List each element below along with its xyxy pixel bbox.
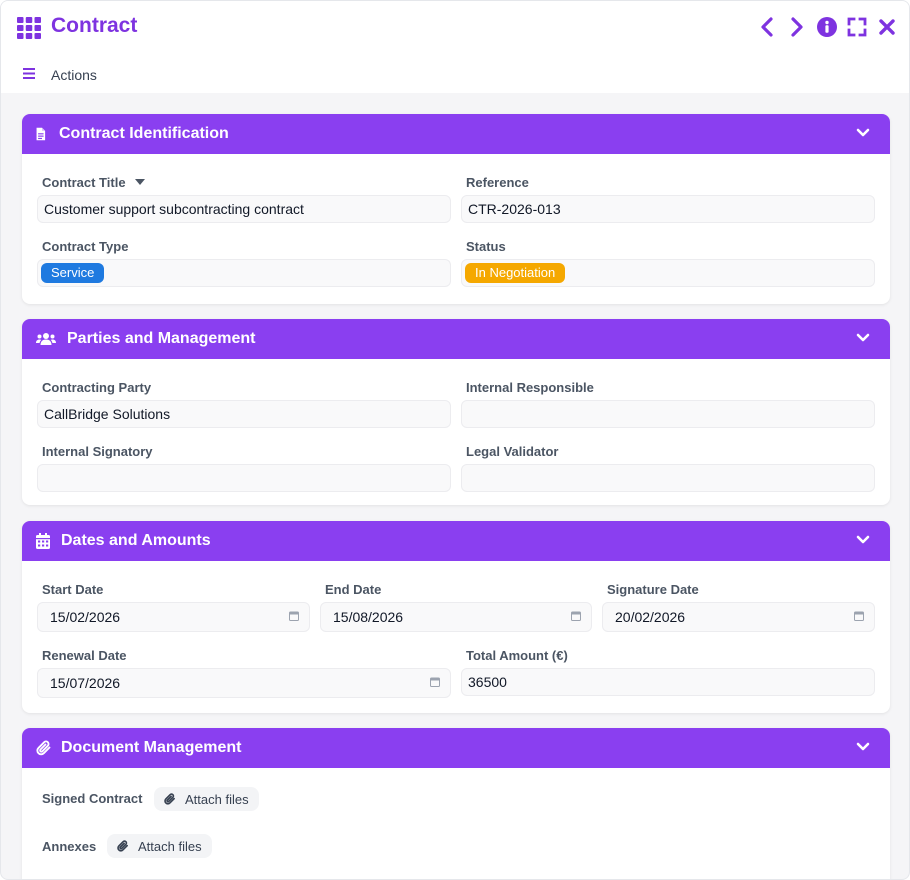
info-button[interactable] bbox=[815, 15, 839, 39]
status-field[interactable]: In Negotiation bbox=[461, 259, 875, 287]
parties-management-header[interactable]: Parties and Management bbox=[22, 319, 890, 359]
end-date-field[interactable]: 15/08/2026 bbox=[320, 602, 592, 632]
reference-field[interactable]: CTR-2026-013 bbox=[461, 195, 875, 223]
chevron-left-icon bbox=[761, 17, 773, 37]
annexes-attach-button[interactable]: Attach files bbox=[107, 834, 212, 858]
paperclip-icon bbox=[164, 793, 175, 805]
fullscreen-button[interactable] bbox=[845, 15, 869, 39]
contract-type-label: Contract Type bbox=[42, 239, 129, 254]
previous-button[interactable] bbox=[755, 15, 779, 39]
signature-date-field[interactable]: 20/02/2026 bbox=[602, 602, 875, 632]
expand-icon bbox=[847, 17, 867, 37]
contract-title-field[interactable]: Customer support subcontracting contract bbox=[37, 195, 451, 223]
next-button[interactable] bbox=[785, 15, 809, 39]
signed-contract-attach-button[interactable]: Attach files bbox=[154, 787, 259, 811]
users-icon bbox=[36, 333, 56, 345]
legal-validator-label: Legal Validator bbox=[466, 444, 559, 459]
paperclip-icon bbox=[36, 740, 51, 756]
section-title: Contract Identification bbox=[59, 125, 229, 142]
internal-responsible-field[interactable] bbox=[461, 400, 875, 428]
contracting-party-field[interactable]: CallBridge Solutions bbox=[37, 400, 451, 428]
internal-signatory-field[interactable] bbox=[37, 464, 451, 492]
signature-date-label: Signature Date bbox=[607, 582, 699, 597]
internal-responsible-label: Internal Responsible bbox=[466, 380, 594, 395]
internal-signatory-label: Internal Signatory bbox=[42, 444, 153, 459]
actions-menu[interactable]: Actions bbox=[51, 67, 97, 83]
paperclip-icon bbox=[117, 840, 128, 852]
dates-amounts-card: Dates and Amounts Start Date 15/02/2026 … bbox=[22, 521, 890, 713]
grid-icon[interactable] bbox=[17, 17, 41, 39]
calendar-icon[interactable] bbox=[854, 611, 864, 621]
status-label: Status bbox=[466, 239, 506, 254]
dates-amounts-header[interactable]: Dates and Amounts bbox=[22, 521, 890, 561]
total-amount-label: Total Amount (€) bbox=[466, 648, 568, 663]
document-icon bbox=[36, 127, 46, 141]
renewal-date-label: Renewal Date bbox=[42, 648, 127, 663]
close-button[interactable] bbox=[875, 15, 899, 39]
calendar-icon[interactable] bbox=[289, 611, 299, 621]
close-icon bbox=[879, 19, 895, 35]
document-management-card: Document Management Signed Contract Atta… bbox=[22, 728, 890, 879]
signed-contract-label: Signed Contract bbox=[42, 791, 143, 806]
hamburger-icon[interactable] bbox=[23, 68, 35, 79]
info-icon bbox=[817, 17, 837, 37]
contracting-party-label: Contracting Party bbox=[42, 380, 152, 395]
total-amount-field[interactable]: 36500 bbox=[461, 668, 875, 696]
calendar-icon[interactable] bbox=[430, 677, 440, 687]
contract-type-badge: Service bbox=[41, 263, 105, 283]
parties-management-card: Parties and Management Contracting Party… bbox=[22, 319, 890, 505]
page-title: Contract bbox=[51, 14, 138, 37]
section-title: Document Management bbox=[61, 739, 242, 756]
chevron-down-icon[interactable] bbox=[856, 535, 870, 545]
section-title: Parties and Management bbox=[67, 330, 256, 347]
chevron-right-icon bbox=[791, 17, 803, 37]
start-date-field[interactable]: 15/02/2026 bbox=[37, 602, 310, 632]
chevron-down-icon[interactable] bbox=[856, 128, 870, 138]
chevron-down-icon[interactable] bbox=[856, 333, 870, 343]
start-date-label: Start Date bbox=[42, 582, 104, 597]
calendar-icon bbox=[36, 533, 50, 549]
annexes-label: Annexes bbox=[42, 839, 97, 854]
end-date-label: End Date bbox=[325, 582, 382, 597]
contract-title-label: Contract Title bbox=[42, 175, 146, 190]
legal-validator-field[interactable] bbox=[461, 464, 875, 492]
calendar-icon[interactable] bbox=[571, 611, 581, 621]
contract-type-field[interactable]: Service bbox=[37, 259, 451, 287]
contract-window: Contract Actions Contract Identification… bbox=[0, 0, 910, 880]
contract-identification-header[interactable]: Contract Identification bbox=[22, 114, 890, 154]
title-bar: Contract bbox=[1, 1, 909, 53]
contract-identification-card: Contract Identification Contract Title C… bbox=[22, 114, 890, 304]
window-controls bbox=[755, 15, 899, 39]
action-bar: Actions bbox=[1, 53, 909, 93]
renewal-date-field[interactable]: 15/07/2026 bbox=[37, 668, 451, 698]
document-management-header[interactable]: Document Management bbox=[22, 728, 890, 768]
reference-label: Reference bbox=[466, 175, 529, 190]
status-badge: In Negotiation bbox=[465, 263, 566, 283]
caret-down-icon[interactable] bbox=[135, 179, 146, 185]
section-title: Dates and Amounts bbox=[61, 532, 211, 549]
chevron-down-icon[interactable] bbox=[856, 742, 870, 752]
